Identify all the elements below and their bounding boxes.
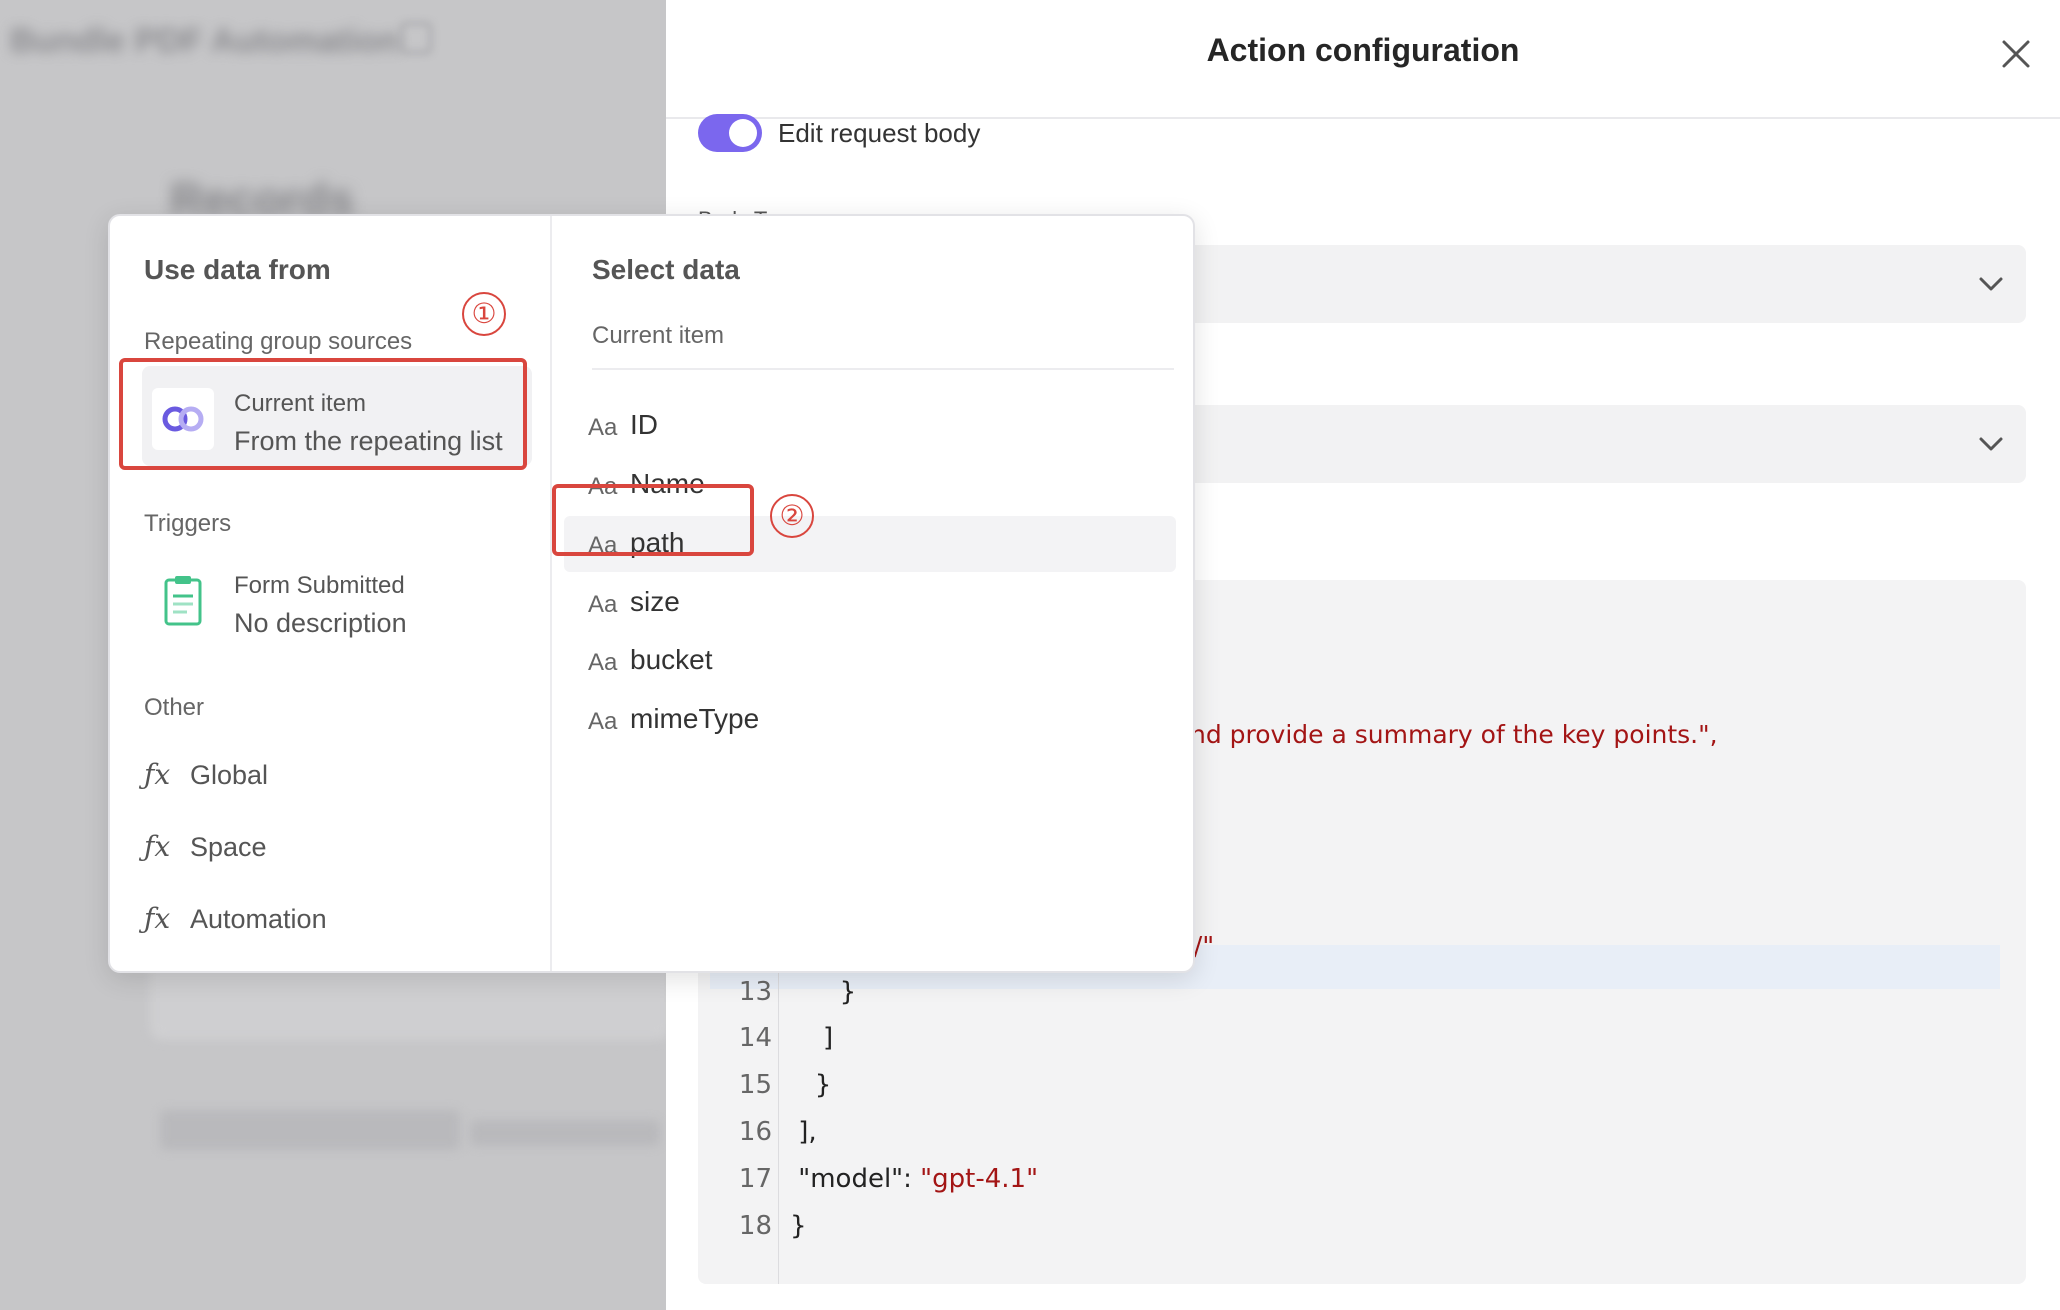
line-number: 17 (738, 1164, 772, 1194)
edit-request-body-label: Edit request body (778, 118, 981, 148)
chevron-down-icon (1979, 277, 2003, 291)
repeating-group-label: Repeating group sources (144, 328, 413, 355)
function-icon: ƒx (144, 902, 171, 935)
toggle-knob (729, 119, 757, 147)
source-item-form-submitted[interactable]: Form Submitted No description (142, 548, 532, 648)
chevron-down-icon (1979, 437, 2003, 451)
background-line (160, 1110, 460, 1150)
other-label: Other (144, 694, 205, 721)
code-summary-fragment: nd provide a summary of the key points."… (1190, 720, 1718, 749)
current-item-header: Current item (592, 322, 725, 349)
function-icon: ƒx (144, 758, 171, 791)
trigger-item-description: No description (234, 608, 407, 638)
code-line: ] (790, 1023, 833, 1053)
other-item-automation[interactable]: ƒx Automation (144, 898, 524, 948)
text-type-icon: Aa (588, 649, 618, 676)
line-number: 18 (738, 1211, 772, 1241)
select-data-title: Select data (592, 254, 740, 285)
code-line: } (790, 977, 857, 1007)
drawer-title: Action configuration (1206, 32, 1520, 68)
code-line: ], (790, 1117, 817, 1147)
gutter-divider (778, 940, 779, 1284)
background-chevron-icon (400, 22, 432, 54)
data-picker-popover: Use data from Repeating group sources Cu… (108, 214, 1195, 973)
annotation-box-path (552, 484, 754, 556)
field-item-size[interactable]: Aa size (564, 575, 1176, 631)
trigger-item-name: Form Submitted (234, 572, 405, 599)
text-type-icon: Aa (588, 708, 618, 735)
text-type-icon: Aa (588, 591, 618, 618)
annotation-step-1: ① (462, 292, 506, 336)
code-string: "gpt-4.1" (920, 1164, 1039, 1194)
edit-request-body-toggle[interactable] (698, 114, 762, 152)
header-divider (592, 368, 1174, 370)
close-icon[interactable] (1996, 34, 2036, 74)
background-line (470, 1120, 660, 1146)
code-line: } (790, 1211, 807, 1241)
line-number: 13 (738, 977, 772, 1007)
code-line: "model": "gpt-4.1" (790, 1164, 1038, 1194)
code-text: "model": (790, 1164, 921, 1194)
other-item-label: Space (190, 832, 267, 862)
background-title: Bundle PDF Automation (10, 22, 400, 60)
code-line: } (790, 1070, 832, 1100)
other-item-label: Global (190, 760, 269, 790)
line-number: 14 (738, 1023, 772, 1053)
code-text: ], (790, 1117, 817, 1147)
field-item-id[interactable]: Aa ID (564, 398, 1176, 454)
other-item-global[interactable]: ƒx Global (144, 754, 524, 804)
line-number: 15 (738, 1070, 772, 1100)
other-item-label: Automation (190, 904, 327, 934)
line-number: 16 (738, 1117, 772, 1147)
annotation-step-2: ② (770, 494, 814, 538)
other-item-space[interactable]: ƒx Space (144, 826, 524, 876)
function-icon: ƒx (144, 830, 171, 863)
drawer-header: Action configuration (666, 0, 2060, 119)
field-name: ID (630, 409, 658, 440)
code-text: } (790, 1211, 807, 1241)
triggers-label: Triggers (144, 510, 232, 537)
annotation-box-current-item (119, 358, 527, 470)
form-clipboard-icon (152, 570, 214, 632)
field-name: bucket (630, 644, 713, 675)
select-data-column: Select data Current item Aa ID Aa Name A… (552, 216, 1193, 971)
field-item-bucket[interactable]: Aa bucket (564, 633, 1176, 689)
code-text: } (790, 977, 857, 1007)
field-name: size (630, 586, 680, 617)
field-item-mimetype[interactable]: Aa mimeType (564, 692, 1176, 748)
code-text: } (790, 1070, 832, 1100)
code-text: ] (790, 1023, 834, 1053)
use-data-from-title: Use data from (144, 254, 331, 285)
text-type-icon: Aa (588, 414, 618, 441)
field-name: mimeType (630, 703, 760, 734)
